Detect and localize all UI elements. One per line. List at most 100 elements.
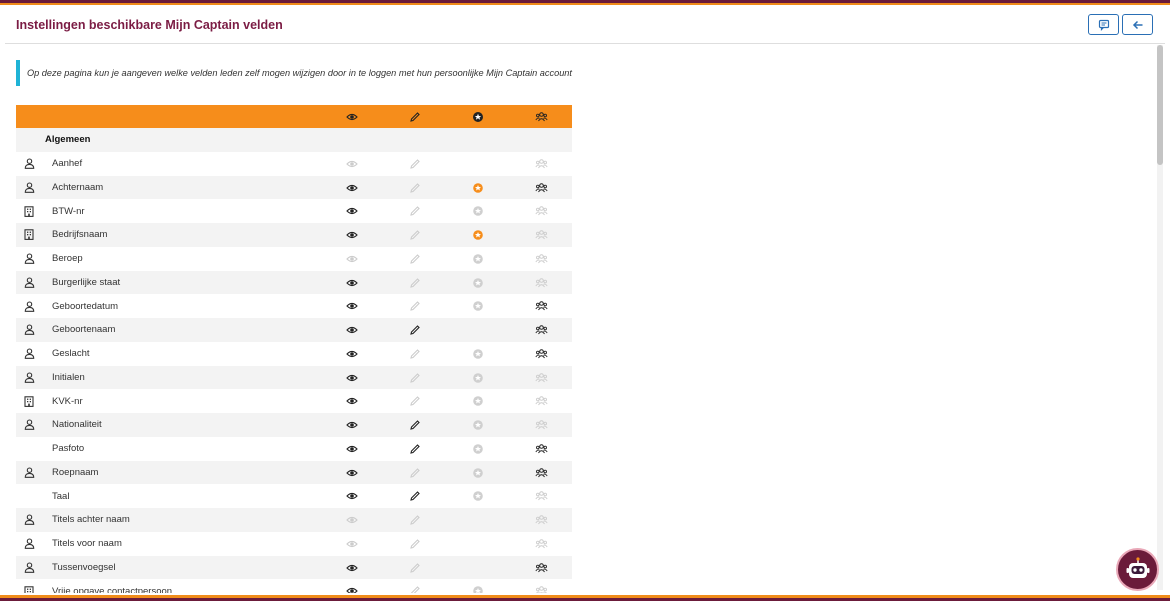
field-name: Achternaam	[52, 181, 104, 193]
view-toggle-eye-icon[interactable]	[345, 228, 359, 242]
group-toggle-users-icon[interactable]	[534, 347, 548, 361]
chatbot-button[interactable]	[1116, 548, 1159, 591]
group-toggle-users-icon[interactable]	[534, 371, 548, 385]
section-header: Algemeen	[16, 128, 572, 152]
view-toggle-eye-icon[interactable]	[345, 276, 359, 290]
field-name: BTW-nr	[52, 205, 85, 217]
group-toggle-users-icon[interactable]	[534, 323, 548, 337]
required-toggle-star-icon[interactable]	[471, 442, 485, 456]
group-toggle-users-icon[interactable]	[534, 157, 548, 171]
table-row: Geboortenaam	[16, 318, 572, 342]
view-toggle-eye-icon[interactable]	[345, 347, 359, 361]
group-toggle-users-icon[interactable]	[534, 561, 548, 575]
bottom-stripe	[0, 593, 1170, 601]
edit-toggle-pencil-icon[interactable]	[408, 157, 422, 171]
field-name: Titels achter naam	[52, 514, 130, 526]
group-toggle-users-icon[interactable]	[534, 489, 548, 503]
person-icon	[23, 181, 35, 193]
group-toggle-users-icon[interactable]	[534, 181, 548, 195]
view-toggle-eye-icon[interactable]	[345, 489, 359, 503]
field-name: Roepnaam	[52, 466, 99, 478]
group-toggle-users-icon[interactable]	[534, 228, 548, 242]
required-toggle-star-icon[interactable]	[471, 347, 485, 361]
edit-toggle-pencil-icon[interactable]	[408, 276, 422, 290]
required-toggle-star-icon[interactable]	[471, 466, 485, 480]
edit-toggle-pencil-icon[interactable]	[408, 513, 422, 527]
view-toggle-eye-icon[interactable]	[345, 299, 359, 313]
back-button[interactable]	[1122, 14, 1153, 35]
group-toggle-users-icon[interactable]	[534, 513, 548, 527]
edit-toggle-pencil-icon[interactable]	[408, 537, 422, 551]
edit-toggle-pencil-icon[interactable]	[408, 442, 422, 456]
comment-button[interactable]	[1088, 14, 1119, 35]
page-title: Instellingen beschikbare Mijn Captain ve…	[16, 18, 283, 32]
group-toggle-users-icon[interactable]	[534, 204, 548, 218]
field-name: Aanhef	[52, 158, 83, 170]
edit-toggle-pencil-icon[interactable]	[408, 252, 422, 266]
view-toggle-eye-icon[interactable]	[345, 466, 359, 480]
group-toggle-users-icon[interactable]	[534, 252, 548, 266]
required-toggle-star-icon[interactable]	[471, 299, 485, 313]
edit-toggle-pencil-icon[interactable]	[408, 561, 422, 575]
edit-toggle-pencil-icon[interactable]	[408, 371, 422, 385]
company-icon	[23, 205, 35, 217]
edit-toggle-pencil-icon[interactable]	[408, 418, 422, 432]
scrollbar[interactable]	[1157, 45, 1163, 590]
table-row: Geboortedatum	[16, 294, 572, 318]
scrollbar-thumb[interactable]	[1157, 45, 1163, 165]
required-toggle-star-icon[interactable]	[471, 489, 485, 503]
required-toggle-star-icon[interactable]	[471, 418, 485, 432]
view-toggle-eye-icon[interactable]	[345, 561, 359, 575]
view-toggle-eye-icon[interactable]	[345, 513, 359, 527]
view-toggle-eye-icon[interactable]	[345, 394, 359, 408]
users-icon	[534, 110, 548, 124]
field-name: Burgerlijke staat	[52, 276, 121, 288]
view-toggle-eye-icon[interactable]	[345, 157, 359, 171]
group-toggle-users-icon[interactable]	[534, 466, 548, 480]
table-row: Nationaliteit	[16, 413, 572, 437]
edit-toggle-pencil-icon[interactable]	[408, 466, 422, 480]
person-icon	[23, 300, 35, 312]
table-row: Tussenvoegsel	[16, 555, 572, 580]
field-name: Geboortenaam	[52, 324, 116, 336]
view-toggle-eye-icon[interactable]	[345, 181, 359, 195]
view-toggle-eye-icon[interactable]	[345, 418, 359, 432]
required-toggle-star-icon[interactable]	[471, 181, 485, 195]
edit-toggle-pencil-icon[interactable]	[408, 228, 422, 242]
field-name: Initialen	[52, 371, 85, 383]
required-toggle-star-icon[interactable]	[471, 371, 485, 385]
group-toggle-users-icon[interactable]	[534, 442, 548, 456]
edit-toggle-pencil-icon[interactable]	[408, 299, 422, 313]
view-toggle-eye-icon[interactable]	[345, 537, 359, 551]
table-row: BTW-nr	[16, 199, 572, 223]
edit-toggle-pencil-icon[interactable]	[408, 489, 422, 503]
view-toggle-eye-icon[interactable]	[345, 323, 359, 337]
table-row: KVK-nr	[16, 389, 572, 413]
table-row: Titels voor naam	[16, 532, 572, 556]
group-toggle-users-icon[interactable]	[534, 418, 548, 432]
view-toggle-eye-icon[interactable]	[345, 442, 359, 456]
view-toggle-eye-icon[interactable]	[345, 204, 359, 218]
field-name: Geboortedatum	[52, 300, 119, 312]
required-toggle-star-icon[interactable]	[471, 204, 485, 218]
edit-toggle-pencil-icon[interactable]	[408, 394, 422, 408]
edit-toggle-pencil-icon[interactable]	[408, 323, 422, 337]
view-toggle-eye-icon[interactable]	[345, 371, 359, 385]
group-toggle-users-icon[interactable]	[534, 299, 548, 313]
view-toggle-eye-icon[interactable]	[345, 252, 359, 266]
person-icon	[23, 561, 35, 573]
edit-toggle-pencil-icon[interactable]	[408, 347, 422, 361]
field-name: Nationaliteit	[52, 419, 102, 431]
required-toggle-star-icon[interactable]	[471, 252, 485, 266]
required-toggle-star-icon[interactable]	[471, 228, 485, 242]
edit-toggle-pencil-icon[interactable]	[408, 181, 422, 195]
required-toggle-star-icon[interactable]	[471, 394, 485, 408]
person-icon	[23, 466, 35, 478]
edit-toggle-pencil-icon[interactable]	[408, 204, 422, 218]
group-toggle-users-icon[interactable]	[534, 276, 548, 290]
group-toggle-users-icon[interactable]	[534, 394, 548, 408]
eye-icon	[345, 110, 359, 124]
required-toggle-star-icon[interactable]	[471, 276, 485, 290]
group-toggle-users-icon[interactable]	[534, 537, 548, 551]
table-row: Roepnaam	[16, 460, 572, 485]
